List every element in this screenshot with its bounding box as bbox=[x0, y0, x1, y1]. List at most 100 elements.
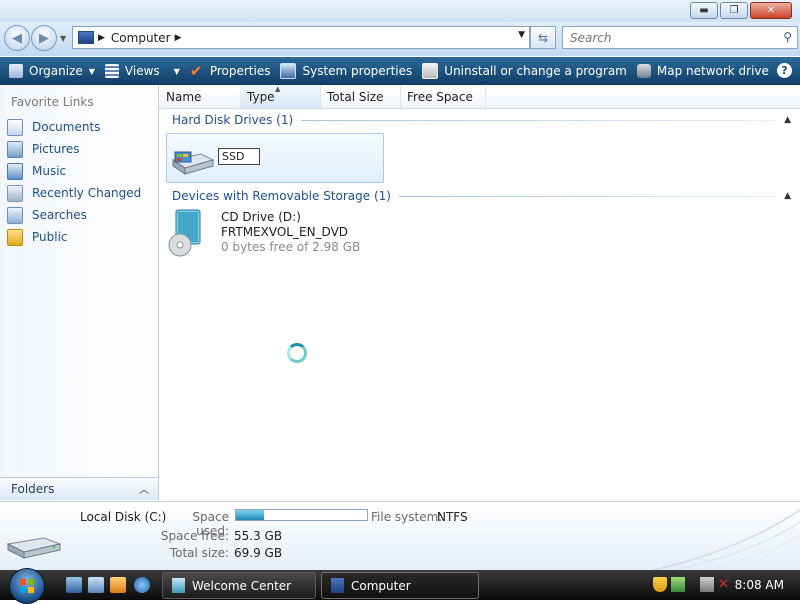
recently-changed-icon bbox=[7, 184, 23, 202]
group-header-removable-storage[interactable]: Devices with Removable Storage (1) ▲ bbox=[159, 187, 800, 205]
dropdown-arrow-icon: ▼ bbox=[173, 66, 180, 76]
views-button[interactable]: Views ▼ bbox=[100, 57, 185, 85]
hard-drive-icon bbox=[171, 151, 215, 175]
internet-explorer-icon[interactable] bbox=[134, 577, 150, 593]
breadcrumb-computer[interactable]: Computer bbox=[111, 31, 171, 45]
column-label: Total Size bbox=[327, 90, 384, 104]
task-label: Welcome Center bbox=[192, 578, 292, 593]
back-arrow-icon: ◀ bbox=[12, 30, 22, 46]
computer-icon bbox=[78, 31, 94, 44]
maximize-button[interactable]: ❐ bbox=[720, 2, 748, 19]
uninstall-program-button[interactable]: Uninstall or change a program bbox=[417, 57, 632, 85]
views-label: Views bbox=[124, 64, 160, 78]
group-divider bbox=[398, 195, 777, 197]
group-header-hard-disk-drives[interactable]: Hard Disk Drives (1) ▲ bbox=[159, 111, 800, 129]
help-button[interactable]: ? bbox=[777, 63, 792, 78]
favorite-links-list: Documents Pictures Music Recently Change… bbox=[0, 116, 158, 248]
selected-drive-name: Local Disk (C:) bbox=[80, 510, 167, 524]
column-header-type[interactable]: ▲ Type bbox=[240, 85, 321, 108]
taskbar: Welcome Center Computer ✕ 8:08 AM bbox=[0, 568, 800, 604]
address-dropdown-icon[interactable]: ▼ bbox=[518, 30, 525, 40]
volume-muted-icon[interactable]: ✕ bbox=[718, 577, 732, 592]
minimize-button[interactable]: ▬ bbox=[690, 2, 718, 19]
system-properties-button[interactable]: System properties bbox=[275, 57, 417, 85]
address-bar[interactable]: ▶ Computer ▶ ▼ bbox=[72, 26, 530, 49]
media-player-icon[interactable] bbox=[110, 577, 126, 593]
nav-item-public[interactable]: Public bbox=[0, 226, 158, 248]
local-disk-icon bbox=[6, 537, 62, 559]
music-icon bbox=[7, 162, 23, 180]
system-properties-label: System properties bbox=[302, 64, 413, 78]
system-properties-icon bbox=[280, 63, 297, 79]
computer-icon bbox=[331, 578, 344, 593]
column-header-free-space[interactable]: Free Space bbox=[400, 86, 486, 108]
breadcrumb-arrow-icon[interactable]: ▶ bbox=[98, 33, 105, 43]
search-input[interactable] bbox=[568, 29, 772, 46]
file-system-value: NTFS bbox=[437, 510, 468, 524]
back-button[interactable]: ◀ bbox=[4, 25, 30, 51]
folders-bar[interactable]: Folders ︿ bbox=[0, 477, 158, 500]
clock[interactable]: 8:08 AM bbox=[735, 578, 784, 592]
drive-item-ssd[interactable]: SSD bbox=[166, 133, 384, 183]
group-divider bbox=[301, 119, 777, 121]
properties-label: Properties bbox=[209, 64, 271, 78]
nav-item-documents[interactable]: Documents bbox=[0, 116, 158, 138]
refresh-icon: ⇆ bbox=[537, 30, 549, 45]
cd-drive-icon bbox=[168, 209, 201, 257]
space-free-label: Space free: bbox=[160, 529, 229, 543]
collapse-chevron-icon[interactable]: ▲ bbox=[784, 191, 791, 201]
drive-item-cd[interactable]: CD Drive (D:) FRTMEXVOL_EN_DVD 0 bytes f… bbox=[166, 209, 426, 259]
network-icon[interactable] bbox=[671, 577, 685, 592]
windows-logo-icon bbox=[20, 579, 34, 593]
show-desktop-icon[interactable] bbox=[66, 577, 82, 593]
network-disconnected-icon[interactable] bbox=[700, 577, 714, 592]
column-header-row: Name ▲ Type Total Size Free Space bbox=[159, 85, 800, 109]
views-icon bbox=[104, 64, 119, 78]
start-button[interactable] bbox=[9, 568, 45, 604]
network-drive-icon bbox=[636, 64, 651, 78]
column-header-name[interactable]: Name bbox=[159, 86, 241, 108]
nav-item-label: Pictures bbox=[32, 142, 80, 156]
cd-free-space: 0 bytes free of 2.98 GB bbox=[221, 240, 361, 254]
window-controls: ▬ ❐ ✕ bbox=[690, 2, 792, 19]
pictures-icon bbox=[7, 140, 23, 158]
welcome-center-icon bbox=[172, 578, 185, 593]
notification-area: ✕ 8:08 AM bbox=[640, 570, 800, 600]
group-title: Hard Disk Drives (1) bbox=[172, 113, 294, 127]
refresh-button[interactable]: ⇆ bbox=[530, 26, 556, 49]
nav-item-searches[interactable]: Searches bbox=[0, 204, 158, 226]
chevron-up-icon[interactable]: ︿ bbox=[139, 481, 149, 496]
security-shield-icon[interactable] bbox=[653, 577, 667, 592]
map-network-drive-label: Map network drive bbox=[656, 64, 769, 78]
favorite-links-heading: Favorite Links bbox=[11, 95, 94, 109]
recent-pages-dropdown[interactable]: ▼ bbox=[60, 34, 66, 43]
close-button[interactable]: ✕ bbox=[750, 2, 792, 19]
properties-button[interactable]: ✔ Properties bbox=[185, 57, 276, 85]
organize-button[interactable]: Organize ▼ bbox=[4, 57, 100, 85]
rename-input[interactable]: SSD bbox=[218, 148, 260, 165]
collapse-chevron-icon[interactable]: ▲ bbox=[784, 115, 791, 125]
search-icon[interactable]: ⚲ bbox=[783, 30, 792, 44]
nav-item-recently-changed[interactable]: Recently Changed bbox=[0, 182, 158, 204]
column-label: Type bbox=[247, 90, 275, 104]
folders-label: Folders bbox=[11, 482, 55, 496]
nav-item-label: Searches bbox=[32, 208, 87, 222]
group-title: Devices with Removable Storage (1) bbox=[172, 189, 391, 203]
nav-item-music[interactable]: Music bbox=[0, 160, 158, 182]
map-network-drive-button[interactable]: Map network drive bbox=[632, 57, 774, 85]
taskbar-item-welcome-center[interactable]: Welcome Center bbox=[162, 572, 316, 599]
forward-button[interactable]: ▶ bbox=[31, 25, 57, 51]
nav-item-label: Recently Changed bbox=[32, 186, 142, 200]
command-bar: Organize ▼ Views ▼ ✔ Properties System p… bbox=[0, 57, 800, 85]
search-box[interactable]: ⚲ bbox=[562, 26, 798, 49]
file-system-label: File system: bbox=[371, 510, 443, 524]
organize-icon bbox=[9, 64, 23, 78]
switch-windows-icon[interactable] bbox=[88, 577, 104, 593]
column-label: Free Space bbox=[407, 90, 473, 104]
column-header-total-size[interactable]: Total Size bbox=[320, 86, 401, 108]
nav-item-pictures[interactable]: Pictures bbox=[0, 138, 158, 160]
breadcrumb-arrow-icon[interactable]: ▶ bbox=[175, 33, 182, 43]
column-label: Name bbox=[166, 90, 202, 104]
details-decoration bbox=[649, 509, 800, 571]
taskbar-item-computer[interactable]: Computer bbox=[321, 572, 479, 599]
